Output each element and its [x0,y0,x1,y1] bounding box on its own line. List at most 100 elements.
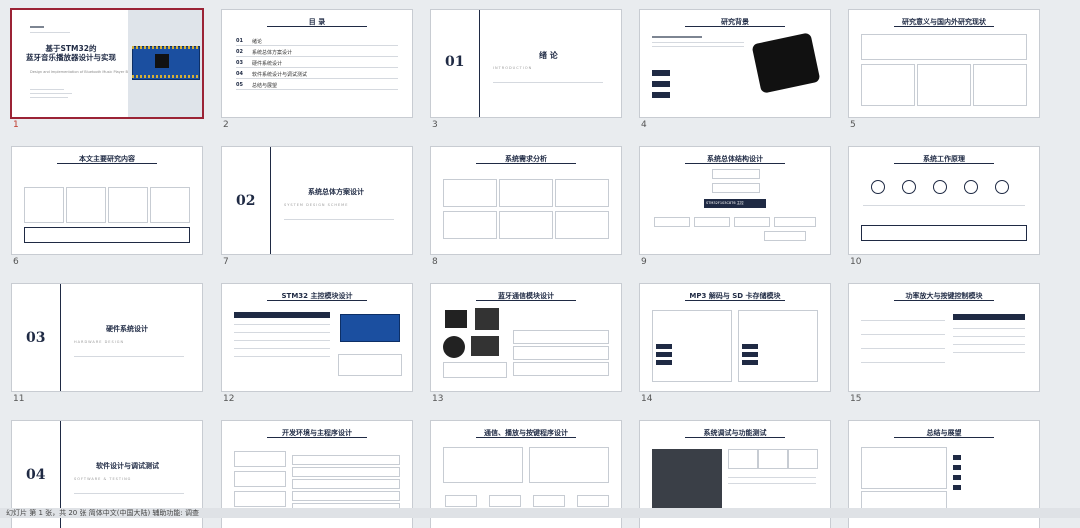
table-row [234,340,330,341]
info-line [30,93,72,94]
diagram-node [712,169,760,179]
slide-thumb-1[interactable]: 基于STM32的 蓝牙音乐播放器设计与实现 Design and Impleme… [12,10,202,117]
content-card [66,187,106,223]
slide-number-4: 4 [641,120,647,130]
slide-thumb-12[interactable]: STM32 主控模块设计 [222,284,412,391]
heading-line [652,36,702,38]
slide-number-2: 2 [223,120,229,130]
divider [236,78,398,79]
slide-thumb-6[interactable]: 本文主要研究内容 [12,147,202,254]
slide-thumb-11[interactable]: 03 硬件系统设计 HARDWARE DESIGN [12,284,202,391]
step-circle [933,180,947,194]
slide-thumb-3[interactable]: 01 绪 论 INTRODUCTION [431,10,621,117]
diagram-node [654,217,690,227]
slide-thumb-15[interactable]: 功率放大与按键控制模块 [849,284,1039,391]
title-underline [894,437,994,438]
slide-number-13: 13 [432,394,444,404]
info-row [513,330,609,344]
step-circle [995,180,1009,194]
flow-step [292,479,400,489]
content-panel [529,447,609,483]
info-card [234,491,286,507]
note-box [338,354,402,376]
summary-box [861,225,1027,241]
section-subtitle: INTRODUCTION [493,66,533,70]
slide-number-12: 12 [223,394,235,404]
section-number: 01 [445,54,465,70]
info-card [234,451,286,467]
toc-number: 05 [236,82,243,88]
label-line [30,32,70,33]
divider [236,89,398,90]
section-title: 绪 论 [539,51,558,60]
row-tag [953,485,961,490]
info-line [30,97,68,98]
divider [236,67,398,68]
slide-number-11: 11 [13,394,25,404]
step-circle [902,180,916,194]
title-underline [685,300,785,301]
section-subtitle: HARDWARE DESIGN [74,340,125,344]
section-number: 03 [26,330,46,346]
slide-thumb-9[interactable]: 系统总体结构设计 STM32F103C8T6 主控 [640,147,830,254]
info-line [30,89,64,90]
content-card [861,64,915,106]
table-row [234,348,330,349]
title-underline [894,300,994,301]
slide-number-7: 7 [223,257,229,267]
section-line [284,219,394,220]
slide-thumb-4[interactable]: 研究背景 [640,10,830,117]
title-underline [685,437,785,438]
toc-number: 01 [236,38,243,44]
slide-number-9: 9 [641,257,647,267]
slide-thumb-5[interactable]: 研究意义与国内外研究现状 [849,10,1039,117]
flow-node [445,495,477,507]
mcu-chip [155,54,169,68]
title-underline [476,163,576,164]
module-image [471,336,499,356]
flow-step [292,491,400,501]
content-card [973,64,1027,106]
status-bar: 幻灯片 第 1 张，共 20 张 简体中文(中国大陆) 辅助功能: 调查 [0,508,1080,518]
slide-number-5: 5 [850,120,856,130]
content-card [499,211,553,239]
toc-item: 硬件系统设计 [252,61,283,67]
flow-step [292,455,400,465]
info-row [513,346,609,360]
row-tag [656,344,672,349]
section-subtitle: SOFTWARE & TESTING [74,477,132,481]
table-header [234,312,330,318]
row-tag [953,455,961,460]
table-row [234,356,330,357]
slide-thumb-8[interactable]: 系统需求分析 [431,147,621,254]
section-title: 软件设计与调试测试 [96,462,159,470]
text-line [728,483,816,484]
table-row [953,352,1025,353]
diagram-node [694,217,730,227]
slide-thumb-10[interactable]: 系统工作原理 [849,147,1039,254]
flow-step [292,467,400,477]
title-underline [685,26,785,27]
toc-number: 03 [236,60,243,66]
title-underline [267,300,367,301]
row-tag [656,360,672,365]
slide-number-8: 8 [432,257,438,267]
toc-item: 系统总体方案设计 [252,50,293,56]
slide-thumb-13[interactable]: 蓝牙通信模块设计 [431,284,621,391]
section-title: 硬件系统设计 [106,325,148,333]
slide-thumb-2[interactable]: 目 录 01 绪论 02 系统总体方案设计 03 硬件系统设计 04 软件系统设… [222,10,412,117]
slide-thumb-7[interactable]: 02 系统总体方案设计 SYSTEM DESIGN SCHEME [222,147,412,254]
metric-card [728,449,758,469]
table-row [234,324,330,325]
toc-number: 04 [236,71,243,77]
row-tag [656,352,672,357]
title-underline [476,300,576,301]
cover-title: 基于STM32的 蓝牙音乐播放器设计与实现 [26,44,116,62]
title-underline [894,163,994,164]
param-row [861,334,945,335]
row-tag [742,352,758,357]
slide-number-15: 15 [850,394,862,404]
slide-thumb-14[interactable]: MP3 解码与 SD 卡存储模块 [640,284,830,391]
row-tag [742,360,758,365]
content-card [499,179,553,207]
